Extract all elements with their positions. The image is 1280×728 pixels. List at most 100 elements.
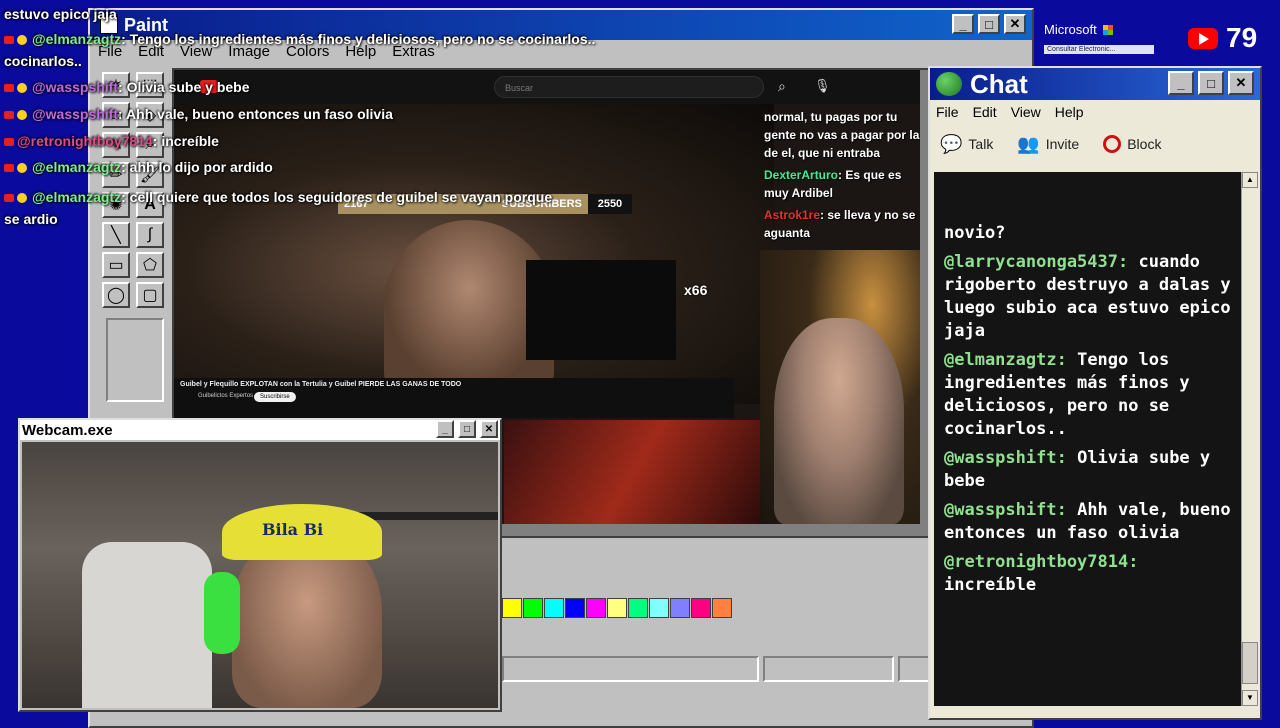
subscribe-button[interactable]: Suscribirse xyxy=(254,392,296,402)
rectangle-icon[interactable]: ▭ xyxy=(102,252,130,278)
youtube-topbar: Buscar ⌕ 🎙 xyxy=(174,70,920,104)
chat-menubar: File Edit View Help xyxy=(930,100,1260,124)
swatch-yellow[interactable] xyxy=(502,598,522,618)
chat-toolbar: 💬 Talk 👥 Invite Block xyxy=(930,124,1260,164)
star-icon xyxy=(17,83,27,94)
overlay-chat-line: @elmanzagtz: Tengo los ingredientes más … xyxy=(4,31,595,47)
webcam-title: Webcam.exe xyxy=(22,421,113,439)
paint-toolbox: ✶ ⬚ ▭ ◈ ✎ ⌕ ✏ 🖌 ✺ A ╲ ∫ ▭ ⬠ ◯ ▢ xyxy=(98,68,166,448)
mic-icon[interactable]: 🎙 xyxy=(814,78,831,94)
youtube-search-input[interactable]: Buscar xyxy=(494,76,764,98)
subscriber-goal-remaining: 2550 xyxy=(587,194,632,214)
swatch-cyan[interactable] xyxy=(544,598,564,618)
buddies-icon xyxy=(936,72,962,96)
youtube-icon xyxy=(4,194,14,203)
webcam-feed: Bila Bi xyxy=(22,442,498,708)
youtube-icon xyxy=(4,164,14,173)
yt-side-chat-panel xyxy=(526,260,676,360)
block-icon xyxy=(1103,135,1122,153)
video-title[interactable]: Guibel y Flequillo EXPLOTAN con la Tertu… xyxy=(180,381,461,388)
polygon-icon[interactable]: ⬠ xyxy=(136,252,164,278)
msn-link[interactable]: Consultar Electronic... xyxy=(1044,45,1154,54)
webcam-titlebar[interactable]: Webcam.exe _ □ ✕ xyxy=(20,420,500,440)
chat-message: @retronightboy7814: increíble xyxy=(944,552,1139,595)
swatch-green[interactable] xyxy=(523,598,543,618)
color-palette xyxy=(502,598,732,618)
msn-corner: Microsoft Consultar Electronic... xyxy=(1044,22,1154,54)
chat-titlebar[interactable]: Chat _ □ ✕ xyxy=(930,68,1260,100)
youtube-icon xyxy=(4,138,14,147)
close-button[interactable]: ✕ xyxy=(1004,14,1026,34)
chat-window: Chat _ □ ✕ File Edit View Help 💬 Talk 👥 In… xyxy=(928,66,1262,720)
overlay-chat-line: @elmanzagtz: cell quiere que todos los s… xyxy=(4,189,553,227)
stream-lower-scene xyxy=(504,420,764,524)
swatch-light-blue[interactable] xyxy=(670,598,690,618)
stream-side-chat: normal, tu pagas por tu gente no vas a p… xyxy=(764,108,920,242)
chat-menu-edit[interactable]: Edit xyxy=(973,104,997,120)
channel-name[interactable]: Guibelictos Expertos xyxy=(198,393,253,399)
chat-message: @wasspshift: Olivia sube y bebe xyxy=(944,448,1211,491)
youtube-play-icon xyxy=(1188,27,1218,49)
invite-button[interactable]: 👥 Invite xyxy=(1017,134,1079,155)
invite-icon: 👥 xyxy=(1017,133,1040,154)
star-icon xyxy=(17,110,27,121)
chat-message: novio? xyxy=(944,223,1006,243)
swatch-light-cyan[interactable] xyxy=(649,598,669,618)
talk-icon: 💬 xyxy=(940,133,963,154)
maximize-button[interactable]: □ xyxy=(978,14,1000,34)
cap-text: Bila Bi xyxy=(262,520,324,539)
viewer-count: 79 xyxy=(1226,22,1258,53)
swatch-orange[interactable] xyxy=(712,598,732,618)
overlay-chat-line: @elmanzagtz: ahh lo dijo por ardido xyxy=(4,159,273,175)
scroll-up-button[interactable]: ▲ xyxy=(1242,172,1258,188)
minimize-button[interactable]: _ xyxy=(1168,71,1194,95)
star-icon xyxy=(17,163,27,174)
overlay-chat-line: @retronightboy7814: increíble xyxy=(4,133,219,149)
minimize-button[interactable]: _ xyxy=(952,14,974,34)
chat-scrollbar[interactable]: ▲ ▼ xyxy=(1241,172,1258,706)
chat-message: @wasspshift: Ahh vale, bueno entonces un… xyxy=(944,500,1231,543)
block-button[interactable]: Block xyxy=(1103,135,1161,153)
swatch-blue[interactable] xyxy=(565,598,585,618)
scroll-thumb[interactable] xyxy=(1242,642,1258,684)
chat-message: @elmanzagtz: Tengo los ingredientes más … xyxy=(944,350,1190,439)
viewer-counter: 79 xyxy=(1188,22,1257,54)
ellipse-icon[interactable]: ◯ xyxy=(102,282,130,308)
overlay-chat-line: @wasspshift: Olivia sube y bebe xyxy=(4,79,250,95)
status-cell xyxy=(502,656,759,682)
minimize-button[interactable]: _ xyxy=(436,420,454,438)
chat-menu-file[interactable]: File xyxy=(936,104,959,120)
rounded-rect-icon[interactable]: ▢ xyxy=(136,282,164,308)
side-chat-msg: normal, tu pagas por tu gente no vas a p… xyxy=(764,110,920,160)
maximize-button[interactable]: □ xyxy=(1198,71,1224,95)
overlay-chat-wrap: cocinarlos.. xyxy=(4,53,82,69)
side-chat-msg: DexterArturo: Es que es muy Ardibel xyxy=(764,168,902,200)
youtube-icon xyxy=(4,36,14,45)
windows-logo-icon xyxy=(1102,24,1113,35)
chat-menu-view[interactable]: View xyxy=(1011,104,1041,120)
side-chat-msg: Astrok1re: se lleva y no se aguanta xyxy=(764,208,916,240)
swatch-spring-green[interactable] xyxy=(628,598,648,618)
swatch-light-yellow[interactable] xyxy=(607,598,627,618)
close-button[interactable]: ✕ xyxy=(1228,71,1254,95)
overlay-chat-line: @wasspshift: Ahh vale, bueno entonces un… xyxy=(4,106,393,122)
webcam-window: Webcam.exe _ □ ✕ Bila Bi xyxy=(18,418,502,712)
overlay-chat-line: estuvo epico jaja xyxy=(4,6,117,22)
maximize-button[interactable]: □ xyxy=(458,420,476,438)
badge-x66: x66 xyxy=(684,282,708,298)
talk-button[interactable]: 💬 Talk xyxy=(940,134,993,155)
tool-options[interactable] xyxy=(106,318,164,402)
chat-menu-help[interactable]: Help xyxy=(1055,104,1084,120)
search-icon[interactable]: ⌕ xyxy=(778,78,786,95)
guest-person xyxy=(774,318,904,524)
close-button[interactable]: ✕ xyxy=(480,420,498,438)
msn-brand: Microsoft xyxy=(1044,22,1097,37)
swatch-pink[interactable] xyxy=(691,598,711,618)
star-icon xyxy=(17,193,27,204)
chat-message: @larrycanonga5437: cuando rigoberto dest… xyxy=(944,252,1231,341)
scroll-down-button[interactable]: ▼ xyxy=(1242,690,1258,706)
swatch-magenta[interactable] xyxy=(586,598,606,618)
chat-log[interactable]: novio? @larrycanonga5437: cuando rigober… xyxy=(934,172,1242,706)
status-cell xyxy=(763,656,894,682)
headphones xyxy=(204,572,240,654)
